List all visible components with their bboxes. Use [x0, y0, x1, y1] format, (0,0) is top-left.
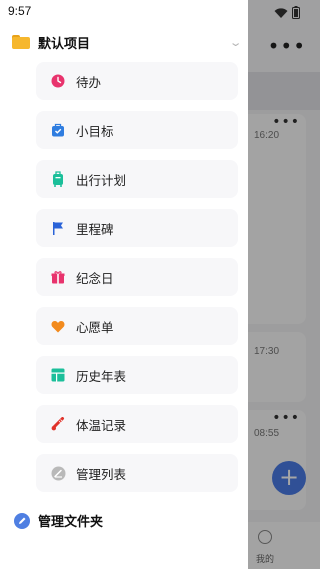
project-title: 默认项目 [38, 36, 91, 52]
menu-item-milestone[interactable]: 里程碑 [36, 209, 238, 247]
status-icons [274, 4, 300, 23]
menu-item-label: 管理列表 [76, 466, 127, 482]
table-icon [50, 367, 66, 383]
chevron-down-icon[interactable]: ⌄ [228, 36, 242, 49]
menu-item-label: 体温记录 [76, 417, 127, 433]
target-bag-icon [50, 122, 66, 138]
menu-item-goals[interactable]: 小目标 [36, 111, 238, 149]
menu-item-anniversary[interactable]: 纪念日 [36, 258, 238, 296]
status-time: 9:57 [8, 4, 32, 18]
menu-item-label: 待办 [76, 74, 102, 90]
menu-item-label: 小目标 [76, 123, 114, 139]
thermometer-icon [50, 416, 66, 432]
menu-item-wishlist[interactable]: 心愿单 [36, 307, 238, 345]
battery-icon [292, 4, 300, 23]
manage-folders-button[interactable]: 管理文件夹 [14, 511, 103, 530]
manage-list-icon [50, 465, 66, 481]
menu-item-label: 出行计划 [76, 172, 127, 188]
menu-item-temperature[interactable]: 体温记录 [36, 405, 238, 443]
menu-item-label: 里程碑 [76, 221, 114, 237]
heart-icon [50, 318, 66, 334]
wifi-icon [274, 4, 288, 23]
menu-item-timeline[interactable]: 历史年表 [36, 356, 238, 394]
project-selector[interactable]: 默认项目 ⌄ [12, 30, 242, 54]
gift-icon [50, 269, 66, 285]
menu-item-label: 历史年表 [76, 368, 127, 384]
navigation-drawer: 默认项目 ⌄ 待办 小目标 出行计划 里程碑 纪念日 心愿单 历史年表 体温记录… [0, 0, 248, 569]
manage-folders-label: 管理文件夹 [38, 515, 104, 530]
flag-icon [50, 220, 66, 236]
menu-item-manage-lists[interactable]: 管理列表 [36, 454, 238, 492]
menu-item-todo[interactable]: 待办 [36, 62, 238, 100]
edit-icon [14, 512, 30, 529]
luggage-icon [50, 171, 66, 187]
menu-item-label: 纪念日 [76, 270, 114, 286]
clock-icon [50, 73, 66, 89]
menu-item-travel[interactable]: 出行计划 [36, 160, 238, 198]
folder-icon [12, 35, 30, 49]
menu-item-label: 心愿单 [76, 319, 114, 335]
